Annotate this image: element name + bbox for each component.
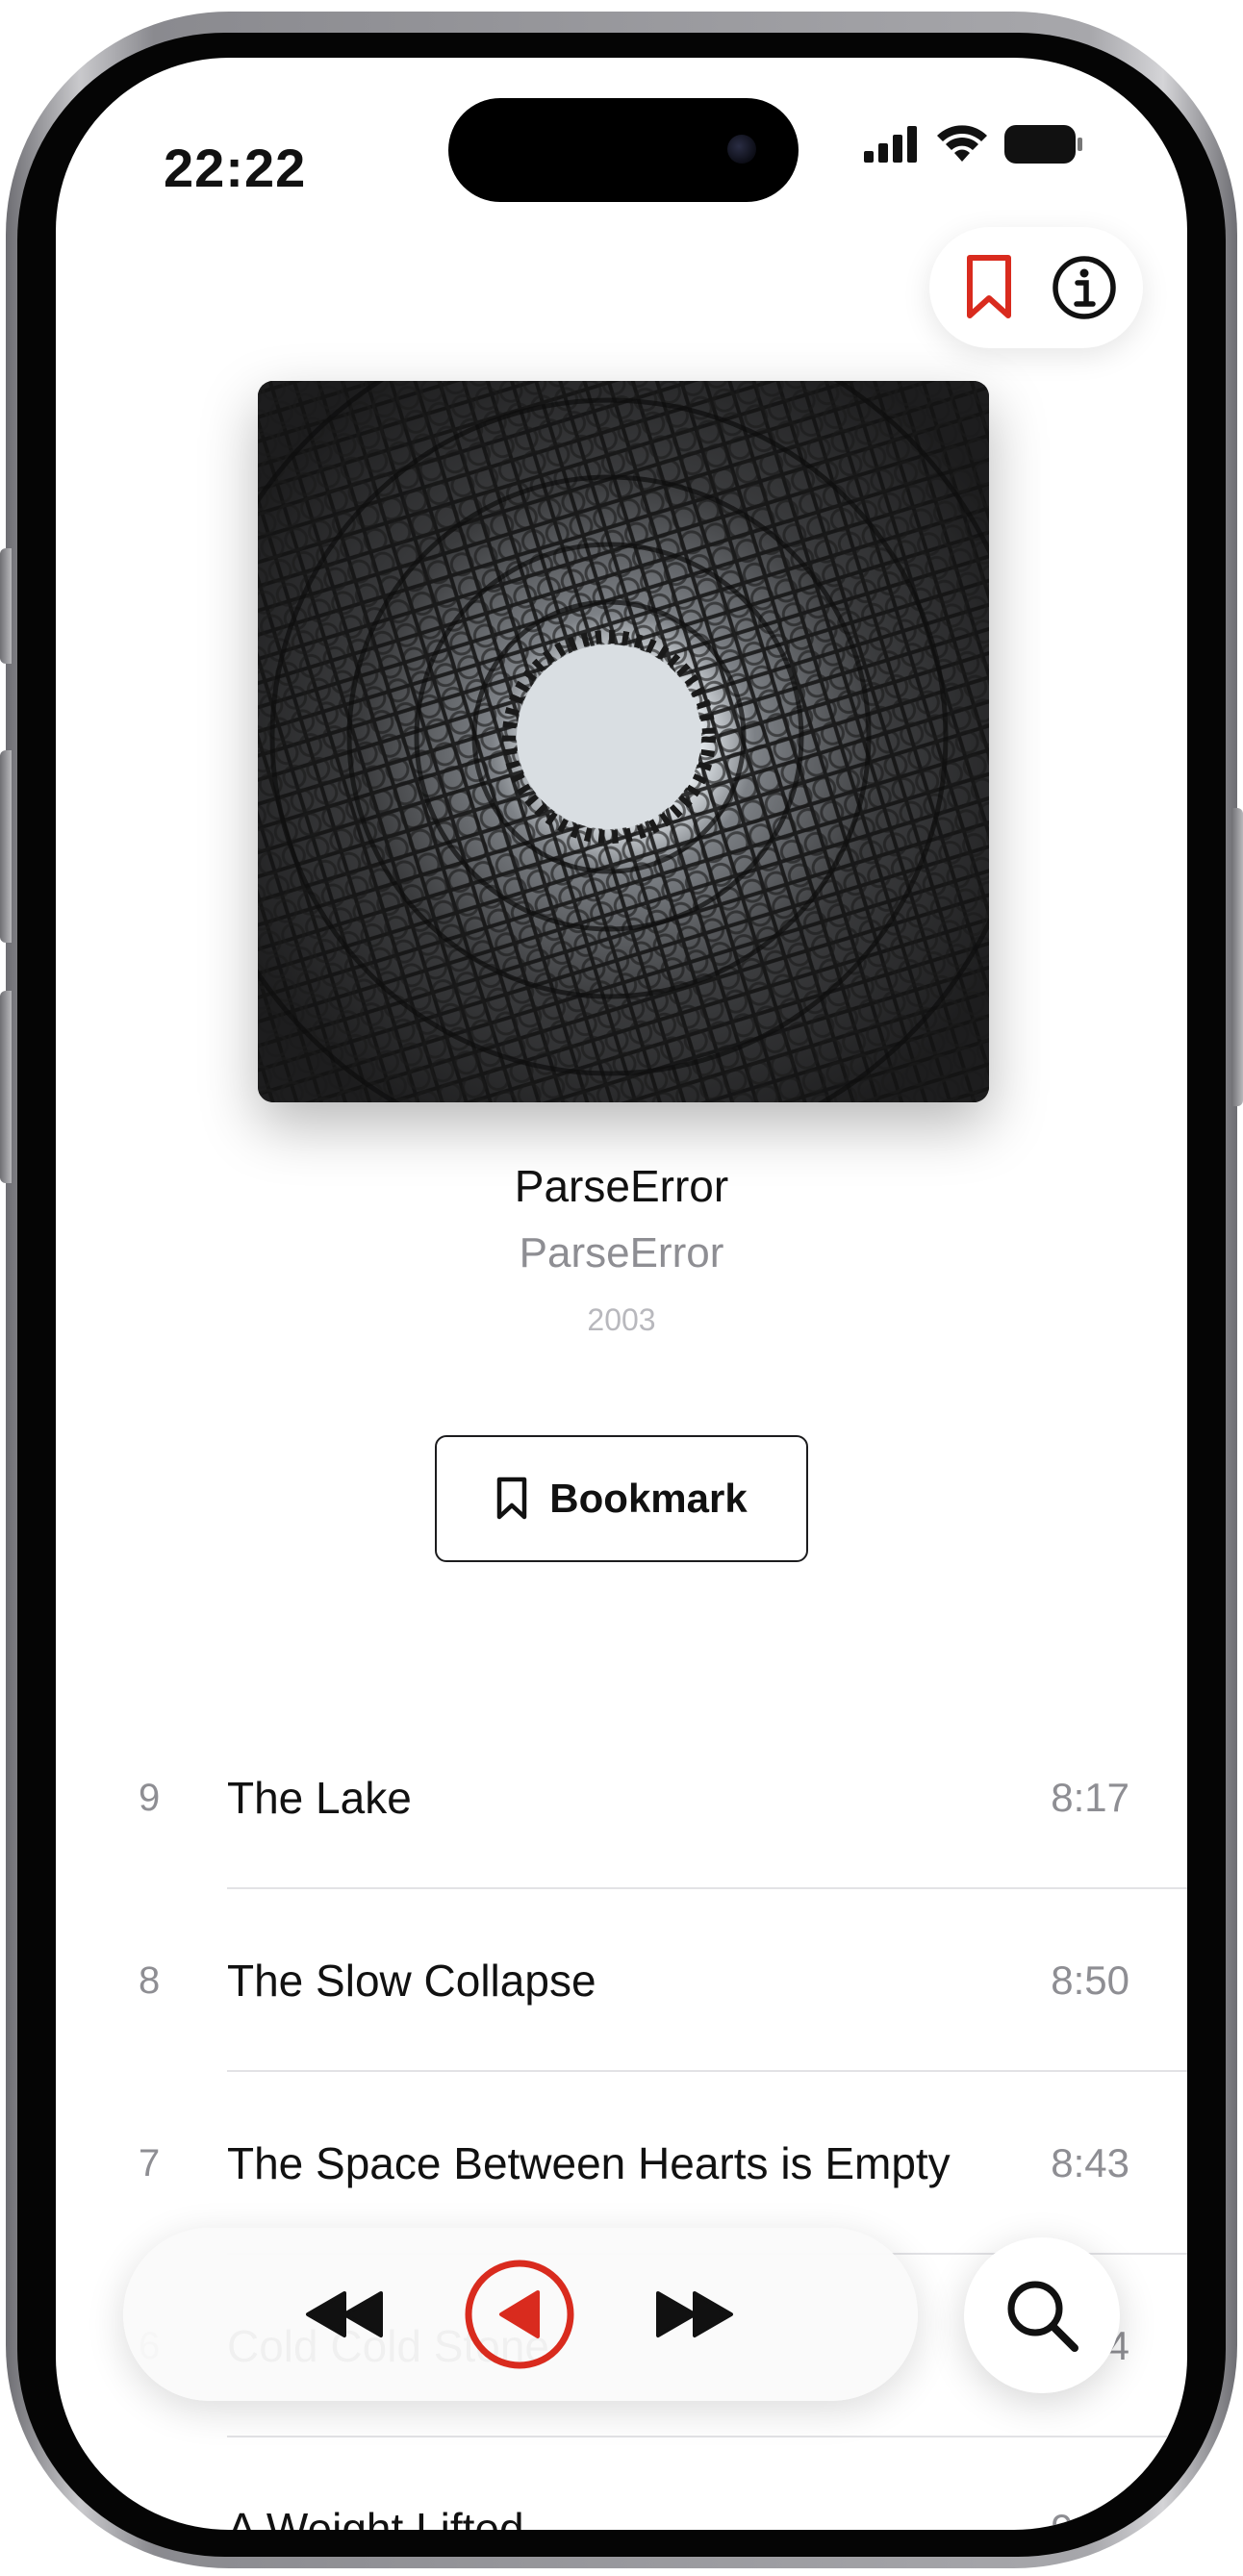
play-icon xyxy=(465,2260,574,2369)
play-button[interactable] xyxy=(452,2228,587,2401)
battery-icon xyxy=(1004,125,1082,164)
bookmark-toggle-button[interactable] xyxy=(952,251,1026,324)
track-duration: 9:33 xyxy=(1051,2506,1129,2530)
fast-forward-icon xyxy=(656,2291,733,2337)
track-title: The Slow Collapse xyxy=(227,1956,596,2006)
track-duration: 8:43 xyxy=(1051,2140,1129,2185)
track-number: 5 xyxy=(139,2507,161,2531)
rewind-button[interactable] xyxy=(277,2228,412,2401)
album-artist[interactable]: ParseError xyxy=(56,1229,1187,1277)
bookmark-button-label: Bookmark xyxy=(549,1476,748,1521)
track-title: The Lake xyxy=(227,1773,412,1823)
bookmark-icon xyxy=(966,255,1011,318)
track-row[interactable]: 9 The Lake 8:17 xyxy=(56,1706,1187,1889)
track-title: A Weight Lifted xyxy=(227,2504,524,2530)
info-icon xyxy=(1052,256,1116,319)
track-duration: 8:17 xyxy=(1051,1775,1129,1820)
action-button xyxy=(0,548,12,664)
dynamic-island xyxy=(448,98,799,202)
album-year: 2003 xyxy=(587,1302,656,1337)
top-actions xyxy=(929,227,1143,348)
bookmark-icon xyxy=(497,1477,527,1520)
mini-player xyxy=(123,2228,918,2401)
track-number: 8 xyxy=(139,1958,161,2002)
screen: 22:22 ParseError ParseError 2003 Bookmar… xyxy=(56,58,1187,2530)
wifi-icon xyxy=(937,125,987,162)
search-button[interactable] xyxy=(964,2237,1120,2393)
track-row[interactable]: 5 A Weight Lifted 9:33 xyxy=(56,2437,1187,2530)
fast-forward-button[interactable] xyxy=(627,2228,762,2401)
volume-down-button xyxy=(0,991,12,1183)
album-artwork-image xyxy=(258,381,989,1102)
camera-icon xyxy=(727,135,756,164)
cellular-signal-icon xyxy=(864,126,917,163)
power-button xyxy=(1231,808,1243,1106)
status-time: 22:22 xyxy=(164,138,307,198)
album-title: ParseError xyxy=(514,1161,729,1211)
rewind-icon xyxy=(306,2291,383,2337)
track-number: 7 xyxy=(139,2141,161,2185)
info-button[interactable] xyxy=(1048,251,1121,324)
track-number: 9 xyxy=(139,1776,161,1819)
bookmark-button[interactable]: Bookmark xyxy=(435,1435,808,1562)
volume-up-button xyxy=(0,750,12,943)
search-icon xyxy=(1007,2281,1078,2352)
status-icons xyxy=(864,125,1083,164)
track-row[interactable]: 8 The Slow Collapse 8:50 xyxy=(56,1889,1187,2072)
track-duration: 8:50 xyxy=(1051,1957,1129,2003)
album-artwork xyxy=(258,381,989,1102)
